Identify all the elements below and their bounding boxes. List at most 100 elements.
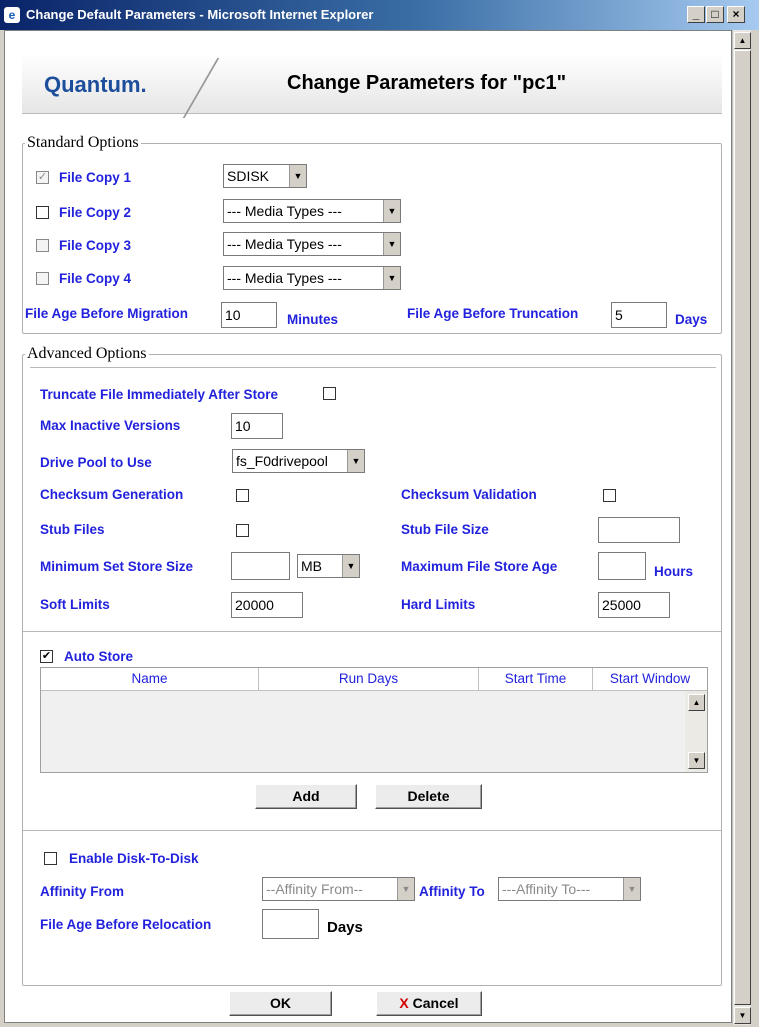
add-button[interactable]: Add xyxy=(255,784,357,809)
file-copy-2-checkbox[interactable] xyxy=(36,206,49,219)
truncation-input[interactable]: 5 xyxy=(611,302,667,328)
maximize-button[interactable]: □ xyxy=(706,6,724,23)
affinity-to-value: ---Affinity To--- xyxy=(502,881,591,897)
disk-divider xyxy=(23,830,721,831)
affinity-from-label: Affinity From xyxy=(40,884,124,899)
column-header-run-days[interactable]: Run Days xyxy=(259,668,479,690)
affinity-from-value: --Affinity From-- xyxy=(266,881,363,897)
file-copy-4-checkbox[interactable] xyxy=(36,272,49,285)
min-set-input[interactable] xyxy=(231,552,290,580)
drive-pool-label: Drive Pool to Use xyxy=(40,455,152,470)
file-copy-4-select[interactable]: --- Media Types --- ▼ xyxy=(223,266,401,290)
window-title: Change Default Parameters - Microsoft In… xyxy=(26,7,374,22)
cancel-x-icon: X xyxy=(399,995,409,1011)
file-copy-2-select[interactable]: --- Media Types --- ▼ xyxy=(223,199,401,223)
stub-size-input[interactable] xyxy=(598,517,680,543)
chevron-down-icon: ▼ xyxy=(623,878,640,900)
column-header-name[interactable]: Name xyxy=(41,668,259,690)
autostore-divider xyxy=(23,631,721,632)
file-copy-3-label: File Copy 3 xyxy=(59,238,132,253)
column-header-start-window[interactable]: Start Window xyxy=(593,668,707,690)
hard-limits-label: Hard Limits xyxy=(401,597,476,612)
scroll-up-icon[interactable]: ▲ xyxy=(688,694,705,711)
enable-disk-to-disk-label: Enable Disk-To-Disk xyxy=(69,851,199,866)
minimize-button[interactable]: _ xyxy=(687,6,705,23)
max-inactive-label: Max Inactive Versions xyxy=(40,418,181,433)
file-copy-1-value: SDISK xyxy=(227,168,270,184)
chevron-down-icon: ▼ xyxy=(397,878,414,900)
migration-label: File Age Before Migration xyxy=(25,306,189,321)
file-copy-2-label: File Copy 2 xyxy=(59,205,132,220)
enable-disk-to-disk-checkbox[interactable] xyxy=(44,852,57,865)
checksum-generation-checkbox[interactable] xyxy=(236,489,249,502)
autostore-table: Name Run Days Start Time Start Window ▲ … xyxy=(40,667,708,773)
banner-divider xyxy=(182,58,220,118)
migration-input[interactable]: 10 xyxy=(221,302,277,328)
autostore-checkbox[interactable]: ✔ xyxy=(40,650,53,663)
scroll-down-icon[interactable]: ▼ xyxy=(734,1007,751,1024)
window-titlebar[interactable]: e Change Default Parameters - Microsoft … xyxy=(0,0,759,30)
standard-options-legend: Standard Options xyxy=(27,134,139,151)
min-set-unit-value: MB xyxy=(301,558,322,574)
drive-pool-value: fs_F0drivepool xyxy=(236,453,328,469)
file-copy-1-label: File Copy 1 xyxy=(59,170,132,185)
scroll-down-icon[interactable]: ▼ xyxy=(688,752,705,769)
file-copy-2-value: --- Media Types --- xyxy=(227,203,342,219)
file-copy-3-checkbox[interactable] xyxy=(36,239,49,252)
hard-limits-input[interactable]: 25000 xyxy=(598,592,670,618)
file-copy-4-value: --- Media Types --- xyxy=(227,270,342,286)
drive-pool-select[interactable]: fs_F0drivepool ▼ xyxy=(232,449,365,473)
table-header-divider xyxy=(41,690,707,691)
stub-files-label: Stub Files xyxy=(40,522,105,537)
checksum-validation-checkbox[interactable] xyxy=(603,489,616,502)
relocation-input[interactable] xyxy=(262,909,319,939)
page-viewport: Quantum. Change Parameters for "pc1" Sta… xyxy=(4,30,732,1023)
affinity-to-select[interactable]: ---Affinity To--- ▼ xyxy=(498,877,641,901)
affinity-from-select[interactable]: --Affinity From-- ▼ xyxy=(262,877,415,901)
file-copy-1-checkbox[interactable]: ✓ xyxy=(36,171,49,184)
quantum-logo: Quantum. xyxy=(44,72,147,97)
checksum-validation-label: Checksum Validation xyxy=(401,487,537,502)
max-age-label: Maximum File Store Age xyxy=(401,559,558,574)
max-age-input[interactable] xyxy=(598,552,646,580)
checksum-generation-label: Checksum Generation xyxy=(40,487,184,502)
chevron-down-icon: ▼ xyxy=(383,267,400,289)
header-banner: Quantum. Change Parameters for "pc1" xyxy=(22,54,722,118)
soft-limits-label: Soft Limits xyxy=(40,597,110,612)
min-set-label: Minimum Set Store Size xyxy=(40,559,194,574)
min-set-unit-select[interactable]: MB ▼ xyxy=(297,554,360,578)
column-header-start-time[interactable]: Start Time xyxy=(479,668,593,690)
page-scrollbar[interactable]: ▲ ▼ xyxy=(732,30,751,1025)
file-copy-1-select[interactable]: SDISK ▼ xyxy=(223,164,307,188)
relocation-label: File Age Before Relocation xyxy=(40,917,212,932)
chevron-down-icon: ▼ xyxy=(289,165,306,187)
page-title: Change Parameters for "pc1" xyxy=(287,72,567,94)
truncate-label: Truncate File Immediately After Store xyxy=(40,387,279,402)
advanced-top-divider xyxy=(30,367,716,368)
chevron-down-icon: ▼ xyxy=(383,200,400,222)
file-copy-3-select[interactable]: --- Media Types --- ▼ xyxy=(223,232,401,256)
ok-button[interactable]: OK xyxy=(229,991,332,1016)
scroll-up-icon[interactable]: ▲ xyxy=(734,32,751,49)
max-inactive-input[interactable]: 10 xyxy=(231,413,283,439)
file-copy-4-label: File Copy 4 xyxy=(59,271,132,286)
ie-icon: e xyxy=(4,7,20,23)
relocation-unit: Days xyxy=(327,919,363,936)
table-scrollbar[interactable]: ▲ ▼ xyxy=(685,691,707,772)
stub-files-checkbox[interactable] xyxy=(236,524,249,537)
truncate-checkbox[interactable] xyxy=(323,387,336,400)
advanced-options-legend: Advanced Options xyxy=(27,345,147,362)
close-button[interactable]: × xyxy=(727,6,745,23)
cancel-button[interactable]: X Cancel xyxy=(376,991,482,1016)
delete-button[interactable]: Delete xyxy=(375,784,482,809)
truncation-unit: Days xyxy=(675,312,708,327)
max-age-unit: Hours xyxy=(654,564,694,579)
migration-unit: Minutes xyxy=(287,312,339,327)
scroll-thumb[interactable] xyxy=(734,50,751,1005)
cancel-button-label: Cancel xyxy=(412,995,459,1011)
chevron-down-icon: ▼ xyxy=(347,450,364,472)
autostore-label: Auto Store xyxy=(64,649,133,664)
soft-limits-input[interactable]: 20000 xyxy=(231,592,303,618)
truncation-label: File Age Before Truncation xyxy=(407,306,579,321)
affinity-to-label: Affinity To xyxy=(419,884,485,899)
